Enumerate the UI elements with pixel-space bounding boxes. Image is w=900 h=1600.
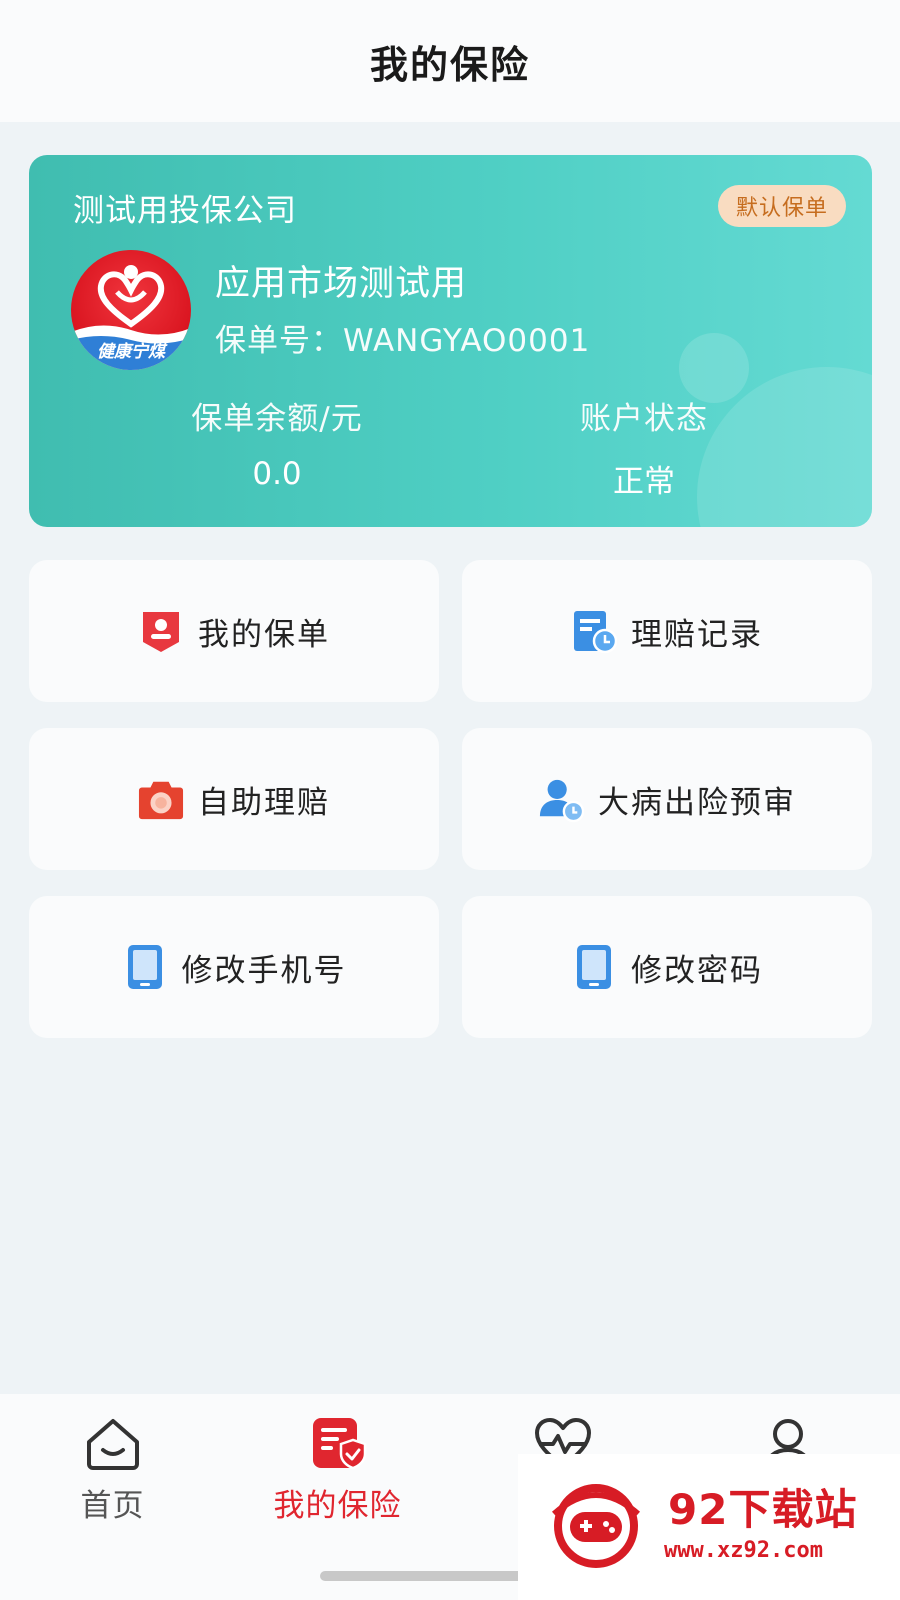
product-name: 应用市场测试用 bbox=[215, 264, 468, 304]
policy-number: 保单号：WANGYAO0001 bbox=[215, 323, 591, 359]
self-claim-button[interactable]: 自助理赔 bbox=[29, 728, 439, 870]
change-phone-button[interactable]: 修改手机号 bbox=[29, 896, 439, 1038]
tab-my-insurance-label: 我的保险 bbox=[273, 1488, 402, 1524]
tab-my-insurance[interactable]: 我的保险 bbox=[225, 1412, 450, 1525]
tab-home[interactable]: 首页 bbox=[0, 1412, 225, 1525]
app-screen: 我的保险 测试用投保公司 默认保单 健康宁煤 应用市场测试用 保单号：WANGY… bbox=[0, 0, 900, 1600]
watermark-url: www.xz92.com bbox=[664, 1538, 823, 1563]
claim-records-button[interactable]: 理赔记录 bbox=[462, 560, 872, 702]
critical-illness-review-label: 大病出险预审 bbox=[598, 784, 796, 821]
document-clock-icon bbox=[571, 608, 617, 654]
account-status-label: 账户状态 bbox=[580, 401, 708, 437]
critical-illness-review-button[interactable]: 大病出险预审 bbox=[462, 728, 872, 870]
phone-icon bbox=[571, 944, 617, 990]
company-name: 测试用投保公司 bbox=[73, 193, 297, 229]
account-status-stat: 账户状态 正常 bbox=[484, 393, 804, 501]
gamepad-logo-icon bbox=[551, 1484, 641, 1568]
account-status-value: 正常 bbox=[613, 464, 675, 500]
tab-home-label: 首页 bbox=[80, 1488, 145, 1524]
insurance-doc-icon bbox=[225, 1412, 450, 1472]
page-title: 我的保险 bbox=[369, 42, 530, 87]
policy-person-icon bbox=[138, 608, 184, 654]
camera-icon bbox=[138, 776, 184, 822]
watermark-title: 92下载站 bbox=[668, 1485, 858, 1534]
page-header: 我的保险 bbox=[0, 0, 900, 122]
balance-stat: 保单余额/元 0.0 bbox=[117, 393, 437, 492]
policy-card[interactable]: 测试用投保公司 默认保单 健康宁煤 应用市场测试用 保单号：WANGYAO000… bbox=[29, 155, 872, 527]
phone-icon bbox=[122, 944, 168, 990]
user-clock-icon bbox=[538, 776, 584, 823]
change-password-button[interactable]: 修改密码 bbox=[462, 896, 872, 1038]
self-claim-label: 自助理赔 bbox=[198, 784, 330, 821]
site-watermark: 92下载站 www.xz92.com bbox=[518, 1454, 900, 1600]
balance-value: 0.0 bbox=[252, 456, 302, 492]
home-icon bbox=[0, 1412, 225, 1472]
my-policy-label: 我的保单 bbox=[198, 616, 330, 653]
change-phone-label: 修改手机号 bbox=[181, 952, 347, 989]
my-policy-button[interactable]: 我的保单 bbox=[29, 560, 439, 702]
balance-label: 保单余额/元 bbox=[191, 401, 363, 437]
logo-caption: 健康宁煤 bbox=[97, 342, 165, 362]
default-policy-badge: 默认保单 bbox=[717, 185, 846, 227]
change-password-label: 修改密码 bbox=[631, 952, 763, 989]
claim-records-label: 理赔记录 bbox=[631, 616, 763, 653]
company-logo: 健康宁煤 bbox=[71, 250, 191, 370]
